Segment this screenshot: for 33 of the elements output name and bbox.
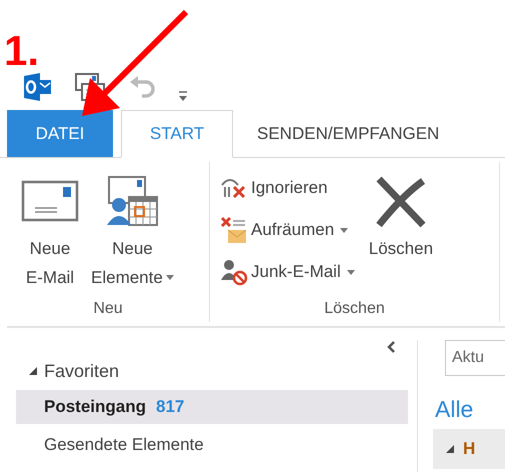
mail-group-header[interactable]: H (433, 429, 505, 469)
folder-item[interactable]: Posteingang 817 (16, 390, 408, 424)
group-label: Löschen (323, 300, 386, 319)
folder-name: Gesendete Elemente (44, 435, 204, 455)
folder-group-header[interactable]: Favoriten (0, 356, 120, 386)
dropdown-caret-icon (166, 275, 174, 280)
collapse-chevron-icon[interactable] (386, 340, 396, 354)
ribbon-button[interactable]: Junk-E-Mail (216, 254, 359, 290)
mail-app-icon[interactable] (22, 72, 52, 102)
dropdown-caret-icon (340, 228, 348, 232)
search-field[interactable]: Aktu (445, 340, 505, 376)
filter-link[interactable]: Alle (435, 396, 505, 423)
envelope-icon (21, 180, 79, 224)
group-title: H (463, 439, 476, 459)
step-number: 1. (4, 30, 40, 72)
ribbon-button[interactable]: Aufräumen (216, 212, 359, 248)
expand-triangle-icon[interactable] (445, 444, 455, 454)
cleanup-icon (220, 216, 248, 244)
file-tab[interactable]: DATEI (7, 110, 113, 157)
group-label: Neu (92, 300, 124, 319)
unread-count: 817 (156, 397, 184, 417)
ribbon-button[interactable]: Ignorieren (216, 170, 359, 206)
ribbon-tab[interactable]: START (121, 110, 233, 158)
customize-menu-icon[interactable] (178, 90, 188, 102)
new-items-icon (105, 175, 160, 229)
folder-item[interactable]: Gesendete Elemente (16, 428, 408, 462)
junk-icon (220, 258, 248, 286)
ribbon-button[interactable]: Neue E-Mail (13, 162, 81, 300)
dropdown-caret-icon (346, 270, 355, 274)
ribbon-button[interactable]: Neue Elemente (89, 162, 176, 300)
folder-name: Posteingang (44, 397, 146, 417)
ribbon-button[interactable]: Löschen (366, 162, 436, 300)
expand-triangle-icon[interactable] (28, 366, 38, 376)
